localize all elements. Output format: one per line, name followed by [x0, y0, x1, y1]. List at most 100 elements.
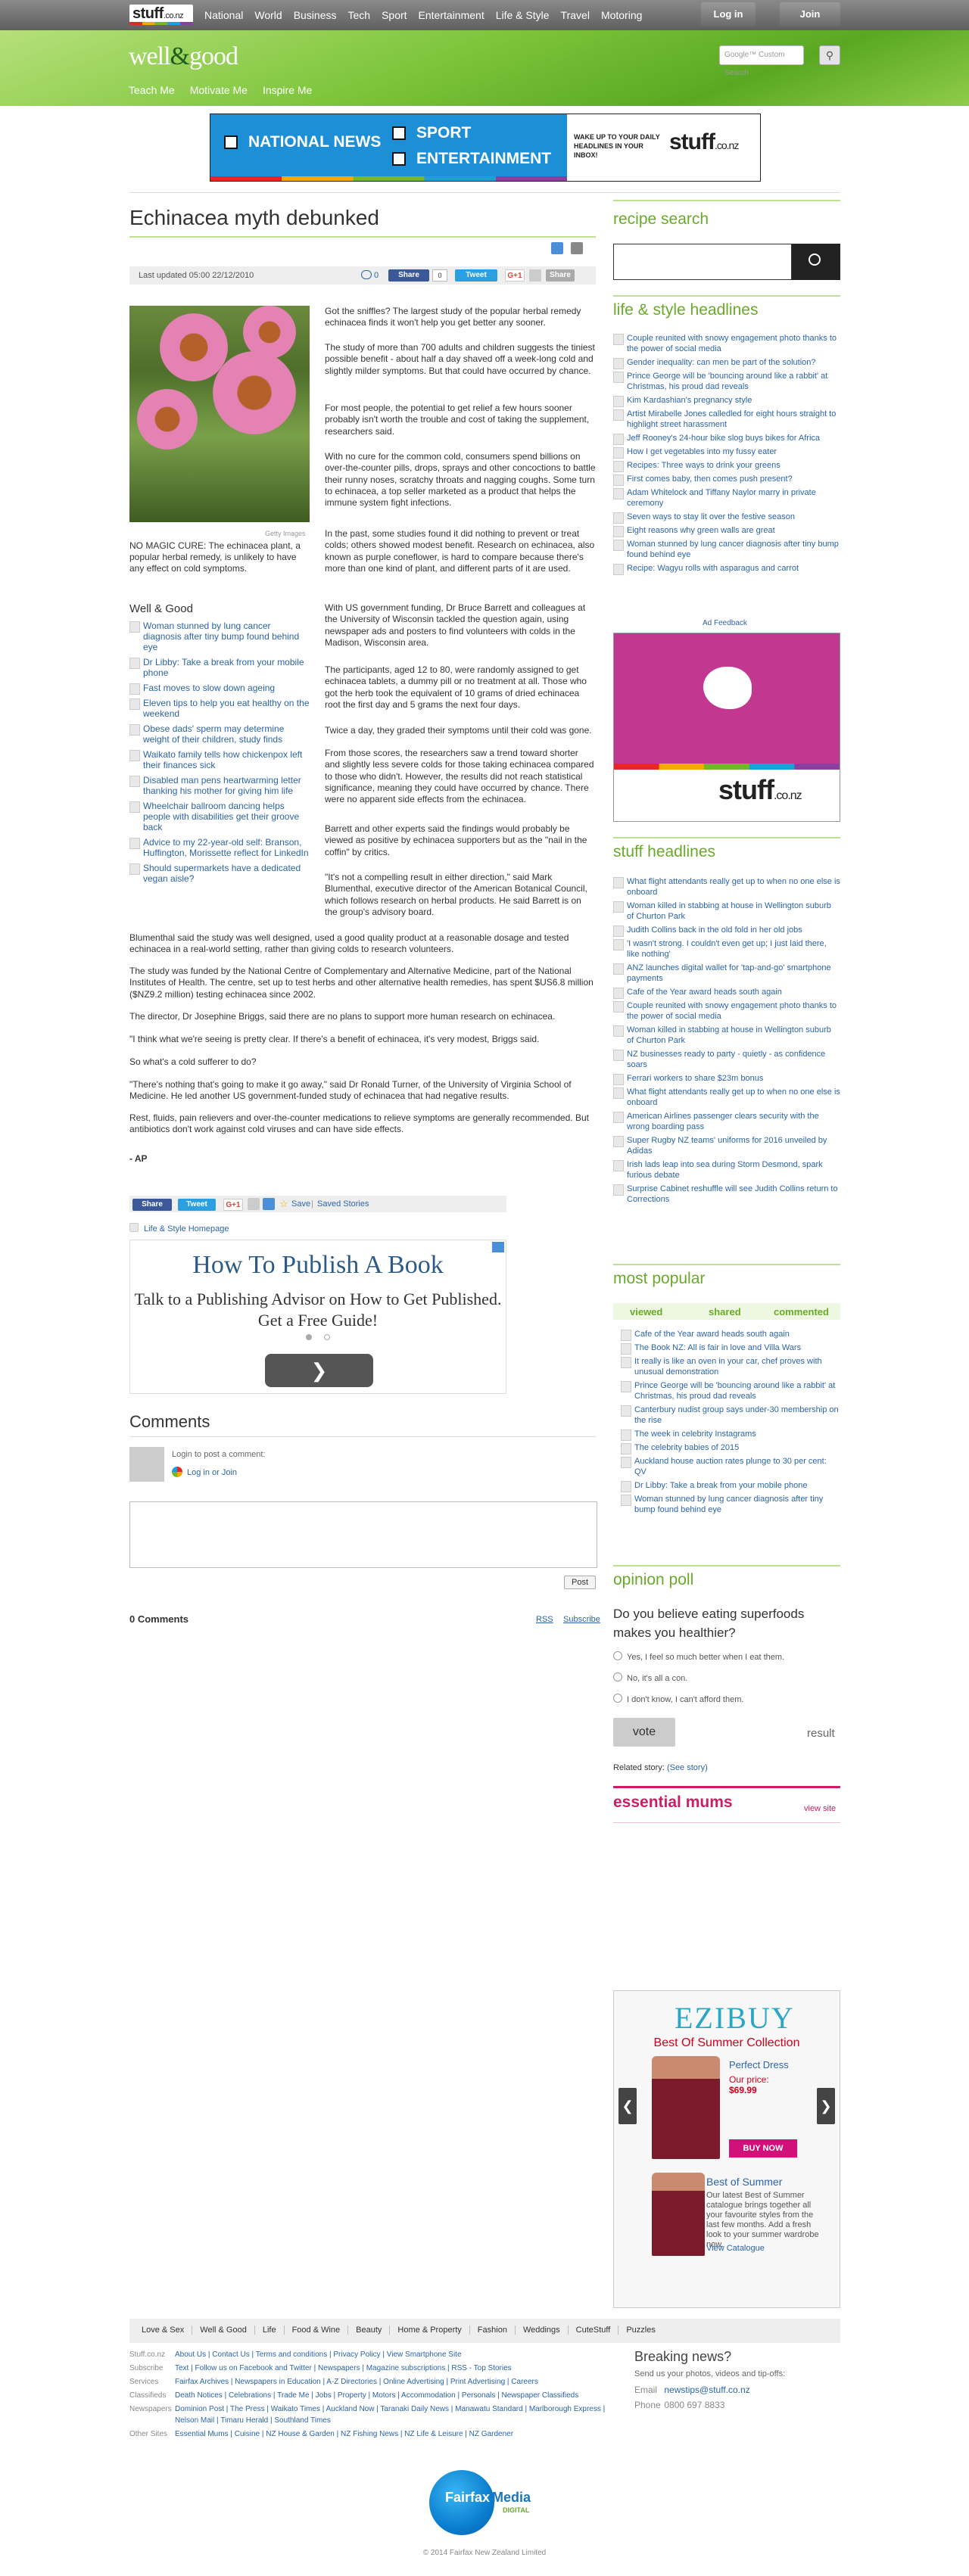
dress-image[interactable] [652, 2056, 720, 2159]
list-item[interactable]: Kim Kardashian's pregnancy style [613, 395, 840, 407]
carousel-dot[interactable] [306, 1334, 312, 1340]
poll-option-no[interactable]: No, it's all a con. [613, 1672, 687, 1683]
list-item[interactable]: Woman stunned by lung cancer diagnosis a… [129, 621, 310, 652]
list-item[interactable]: Canterbury nudist group says under-30 me… [621, 1405, 840, 1426]
footer-row-links[interactable]: Essential Mums | Cuisine | NZ House & Ga… [175, 2430, 513, 2438]
list-item[interactable]: Dr Libby: Take a break from your mobile … [129, 657, 310, 678]
tweet-button[interactable]: Tweet [178, 1199, 216, 1211]
list-item[interactable]: Advice to my 22-year-old self: Branson, … [129, 837, 310, 858]
post-comment-button[interactable]: Post [564, 1576, 596, 1589]
list-item[interactable]: Cafe of the Year award heads south again [613, 987, 840, 999]
footer-cat-well-good[interactable]: Well & Good [192, 2326, 255, 2335]
list-item[interactable]: Wheelchair ballroom dancing helps people… [129, 801, 310, 832]
saved-stories-link[interactable]: Saved Stories [317, 1199, 369, 1209]
buy-now-button[interactable]: BUY NOW [729, 2139, 797, 2158]
list-item[interactable]: Gender inequality: can men be part of th… [613, 357, 840, 369]
nav-motoring[interactable]: Motoring [601, 9, 642, 21]
tab-commented[interactable]: commented [774, 1306, 829, 1318]
footer-cat-life[interactable]: Life [255, 2326, 285, 2335]
nav-sport[interactable]: Sport [382, 9, 407, 21]
recipe-search-input[interactable] [613, 244, 792, 280]
list-item[interactable]: Surprise Cabinet reshuffle will see Judi… [613, 1184, 840, 1205]
list-item[interactable]: Woman killed in stabbing at house in Wel… [613, 901, 840, 922]
email-icon[interactable] [529, 269, 541, 282]
footer-row-links[interactable]: Dominion Post | The Press | Waikato Time… [175, 2405, 605, 2425]
publishing-ad[interactable]: How To Publish A Book Talk to a Publishi… [129, 1240, 506, 1394]
ad-go-button[interactable]: ❯ [265, 1354, 373, 1387]
facebook-share-button[interactable]: Share [388, 269, 429, 282]
list-item[interactable]: Judith Collins back in the old fold in h… [613, 925, 840, 937]
comment-textarea[interactable] [129, 1501, 597, 1568]
carousel-next-arrow[interactable]: ❯ [817, 2088, 835, 2124]
google-plus-button[interactable]: G+1 [505, 269, 525, 282]
stuff-twitter-ad[interactable]: stuff.co.nz [613, 633, 840, 822]
share-button[interactable]: Share [546, 269, 575, 282]
list-item[interactable]: Waikato family tells how chickenpox left… [129, 749, 310, 770]
nav-business[interactable]: Business [294, 9, 337, 21]
tab-viewed[interactable]: viewed [630, 1306, 662, 1318]
subnav-motivate-me[interactable]: Motivate Me [190, 84, 248, 96]
email-link[interactable]: newstips@stuff.co.nz [664, 2385, 749, 2395]
item-name[interactable]: Perfect Dress [729, 2059, 789, 2070]
list-item[interactable]: Artist Mirabelle Jones calledled for eig… [613, 409, 840, 430]
tweet-button[interactable]: Tweet [455, 269, 497, 282]
carousel-dot[interactable] [324, 1334, 330, 1340]
list-item[interactable]: Cafe of the Year award heads south again [621, 1329, 840, 1341]
list-item[interactable]: What flight attendants really get up to … [613, 876, 840, 898]
list-item[interactable]: Eight reasons why green walls are great [613, 525, 840, 537]
related-story-link[interactable]: (See story) [667, 1763, 708, 1772]
list-item[interactable]: Woman stunned by lung cancer diagnosis a… [621, 1494, 840, 1515]
facebook-share-button[interactable]: Share [132, 1199, 172, 1211]
list-item[interactable]: NZ businesses ready to party - quietly -… [613, 1049, 840, 1070]
nav-world[interactable]: World [254, 9, 282, 21]
catalogue-title[interactable]: Best of Summer [706, 2176, 782, 2188]
list-item[interactable]: Woman killed in stabbing at house in Wel… [613, 1025, 840, 1046]
nav-travel[interactable]: Travel [561, 9, 590, 21]
footer-row-links[interactable]: Death Notices | Celebrations | Trade Me … [175, 2391, 578, 2400]
subnav-inspire-me[interactable]: Inspire Me [263, 84, 312, 96]
footer-row-links[interactable]: Fairfax Archives | Newspapers in Educati… [175, 2378, 538, 2386]
list-item[interactable]: Eleven tips to help you eat healthy on t… [129, 698, 310, 719]
join-button[interactable]: Join [780, 2, 840, 26]
list-item[interactable]: Recipe: Wagyu rolls with asparagus and c… [613, 563, 840, 575]
newsletter-ad[interactable]: NATIONAL NEWS SPORT ENTERTAINMENT WAKE U… [210, 114, 761, 182]
list-item[interactable]: Prince George will be 'bouncing around l… [613, 371, 840, 392]
list-item[interactable]: Fast moves to slow down ageing [129, 683, 310, 695]
list-item[interactable]: Couple reunited with snowy engagement ph… [613, 1000, 840, 1022]
footer-cat-puzzles[interactable]: Puzzles [618, 2326, 663, 2335]
list-item[interactable]: What flight attendants really get up to … [613, 1087, 840, 1108]
comment-count[interactable]: 0 [374, 271, 379, 280]
footer-cat-fashion[interactable]: Fashion [470, 2326, 516, 2335]
list-item[interactable]: Jeff Rooney's 24-hour bike slog buys bik… [613, 433, 840, 445]
footer-cat-cutestuff[interactable]: CuteStuff [569, 2326, 619, 2335]
list-item[interactable]: It really is like an oven in your car, c… [621, 1356, 840, 1377]
list-item[interactable]: Adam Whitelock and Tiffany Naylor marry … [613, 487, 840, 509]
footer-row-links[interactable]: Text | Follow us on Facebook and Twitter… [175, 2364, 512, 2372]
section-logo[interactable]: well&good [129, 42, 238, 71]
list-item[interactable]: Super Rugby NZ teams' uniforms for 2016 … [613, 1135, 840, 1156]
list-item[interactable]: Obese dads' sperm may determine weight o… [129, 723, 310, 745]
search-icon[interactable]: ⚲ [819, 45, 840, 65]
list-item[interactable]: Auckland house auction rates plunge to 3… [621, 1456, 840, 1477]
list-item[interactable]: Prince George will be 'bouncing around l… [621, 1380, 840, 1402]
rss-link[interactable]: RSS [536, 1615, 553, 1624]
print-icon[interactable] [571, 242, 583, 254]
list-item[interactable]: Ferrari workers to share $23m bonus [613, 1073, 840, 1085]
vote-button[interactable]: vote [613, 1718, 675, 1747]
list-item[interactable]: The celebrity babies of 2015 [621, 1442, 840, 1454]
carousel-prev-arrow[interactable]: ❮ [618, 2088, 637, 2124]
google-plus-button[interactable]: G+1 [223, 1199, 243, 1211]
list-item[interactable]: Couple reunited with snowy engagement ph… [613, 333, 840, 354]
list-item[interactable]: Should supermarkets have a dedicated veg… [129, 863, 310, 884]
recipe-search-button[interactable] [792, 244, 840, 280]
subnav-teach-me[interactable]: Teach Me [129, 84, 175, 96]
list-item[interactable]: First comes baby, then comes push presen… [613, 474, 840, 486]
footer-cat-weddings[interactable]: Weddings [516, 2326, 569, 2335]
comment-icon[interactable] [361, 270, 372, 279]
nav-national[interactable]: National [204, 9, 243, 21]
list-item[interactable]: Disabled man pens heartwarming letter th… [129, 775, 310, 796]
share-arrow-icon[interactable] [551, 242, 563, 254]
footer-cat-beauty[interactable]: Beauty [348, 2326, 391, 2335]
nav-life-style[interactable]: Life & Style [496, 9, 550, 21]
list-item[interactable]: American Airlines passenger clears secur… [613, 1111, 840, 1132]
